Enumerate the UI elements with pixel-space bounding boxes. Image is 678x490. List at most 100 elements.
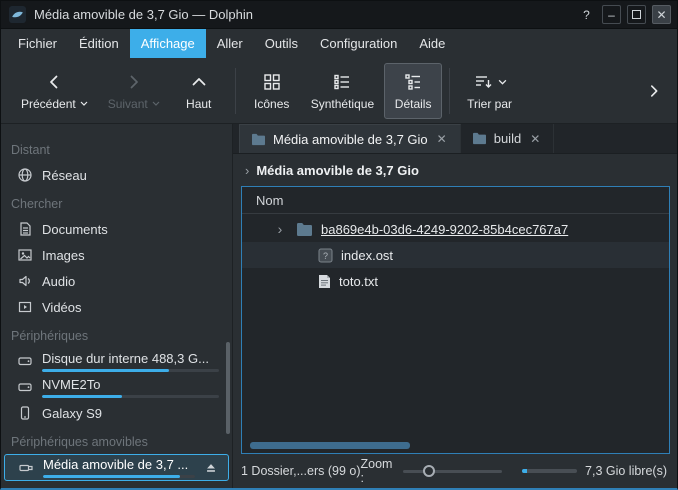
free-space-text: 7,3 Gio libre(s) <box>585 464 667 478</box>
up-button[interactable]: Haut <box>170 63 228 119</box>
tabbar: Média amovible de 3,7 Gio ✕ build ✕ <box>233 124 677 154</box>
breadcrumb[interactable]: › Média amovible de 3,7 Gio <box>233 154 677 186</box>
close-icon[interactable]: ✕ <box>528 132 542 146</box>
sort-by-button[interactable]: Trier par <box>457 63 522 119</box>
section-peripheriques: Périphériques <box>1 320 232 348</box>
forward-button[interactable]: Suivant <box>98 63 170 119</box>
toolbar-separator <box>235 68 236 114</box>
statusbar: 1 Dossier,...ers (99 o) Zoom : 7,3 Gio l… <box>233 454 677 488</box>
sidebar-item-documents[interactable]: Documents <box>4 216 229 242</box>
horizontal-scrollbar[interactable] <box>250 442 410 449</box>
text-file-icon <box>318 274 331 289</box>
tab-label: Média amovible de 3,7 Gio <box>273 132 428 147</box>
details-label: Détails <box>395 97 432 111</box>
usb-drive-icon <box>18 460 34 476</box>
column-header-nom[interactable]: Nom <box>242 187 669 214</box>
zoom-slider[interactable] <box>403 463 501 479</box>
toolbar-separator <box>449 68 450 114</box>
toolbar-overflow-button[interactable] <box>641 68 667 114</box>
disk-usage-bar <box>42 369 219 372</box>
zoom-label: Zoom : <box>361 457 396 485</box>
disk-usage-bar <box>42 395 219 398</box>
window-title: Média amovible de 3,7 Gio — Dolphin <box>34 7 253 22</box>
file-row-toto-txt[interactable]: toto.txt <box>242 268 669 294</box>
sidebar-item-disque-dur[interactable]: Disque dur interne 488,3 G... <box>4 348 229 374</box>
up-label: Haut <box>186 97 211 111</box>
titlebar: Média amovible de 3,7 Gio — Dolphin ? – … <box>1 1 677 29</box>
zoom-thumb[interactable] <box>423 465 435 477</box>
folder-icon <box>296 222 313 237</box>
minimize-icon[interactable]: – <box>602 5 621 24</box>
folder-icon <box>472 132 487 145</box>
section-chercher: Chercher <box>1 188 232 216</box>
film-icon <box>17 299 33 315</box>
image-icon <box>17 247 33 263</box>
forward-label: Suivant <box>108 97 148 111</box>
sidebar-item-media-amovible[interactable]: Média amovible de 3,7 ... <box>4 454 229 481</box>
file-name[interactable]: index.ost <box>341 248 393 263</box>
menu-configuration[interactable]: Configuration <box>309 29 408 58</box>
selection-summary: 1 Dossier,...ers (99 o) <box>241 464 361 478</box>
close-icon[interactable]: ✕ <box>435 132 449 146</box>
sidebar-scrollbar[interactable] <box>226 342 230 434</box>
folder-icon <box>251 133 266 146</box>
sidebar-item-reseau[interactable]: Réseau <box>4 162 229 188</box>
document-icon <box>17 221 33 237</box>
back-label: Précédent <box>21 97 76 111</box>
compact-label: Synthétique <box>311 97 374 111</box>
svg-text:?: ? <box>323 250 328 260</box>
dolphin-window: Média amovible de 3,7 Gio — Dolphin ? – … <box>0 0 678 490</box>
dolphin-app-icon <box>9 6 26 23</box>
free-space-bar <box>522 469 577 473</box>
network-icon <box>17 167 33 183</box>
file-name[interactable]: ba869e4b-03d6-4249-9202-85b4cec767a7 <box>321 222 568 237</box>
eject-icon[interactable] <box>204 461 218 475</box>
close-icon[interactable]: ✕ <box>652 5 671 24</box>
menu-affichage[interactable]: Affichage <box>130 29 206 58</box>
sidebar-item-images[interactable]: Images <box>4 242 229 268</box>
menubar: Fichier Édition Affichage Aller Outils C… <box>1 29 677 58</box>
unknown-file-icon: ? <box>318 248 333 263</box>
section-peripheriques-amovibles: Périphériques amovibles <box>1 426 232 454</box>
menu-edition[interactable]: Édition <box>68 29 130 58</box>
menu-fichier[interactable]: Fichier <box>7 29 68 58</box>
file-row-folder[interactable]: › ba869e4b-03d6-4249-9202-85b4cec767a7 <box>242 216 669 242</box>
list-view-icon <box>332 71 352 93</box>
details-view-button[interactable]: Détails <box>384 63 442 119</box>
menu-aller[interactable]: Aller <box>206 29 254 58</box>
back-button[interactable]: Précédent <box>11 63 98 119</box>
sidebar-item-videos[interactable]: Vidéos <box>4 294 229 320</box>
hard-drive-icon <box>17 353 33 369</box>
maximize-icon[interactable] <box>627 5 646 24</box>
breadcrumb-current[interactable]: Média amovible de 3,7 Gio <box>256 163 419 178</box>
sort-label: Trier par <box>467 97 512 111</box>
file-name[interactable]: toto.txt <box>339 274 378 289</box>
sidebar-item-nvme2to[interactable]: NVME2To <box>4 374 229 400</box>
tab-build[interactable]: build ✕ <box>461 124 555 153</box>
file-row-index-ost[interactable]: ? index.ost <box>242 242 669 268</box>
compact-view-button[interactable]: Synthétique <box>301 63 384 119</box>
chevron-right-icon: › <box>245 163 249 178</box>
sidebar-item-audio[interactable]: Audio <box>4 268 229 294</box>
icons-view-button[interactable]: Icônes <box>243 63 301 119</box>
expander-icon[interactable]: › <box>272 221 288 237</box>
disk-usage-bar <box>43 475 195 478</box>
section-distant: Distant <box>1 134 232 162</box>
chevron-right-icon <box>646 83 662 99</box>
chevron-left-icon <box>45 71 63 93</box>
menu-outils[interactable]: Outils <box>254 29 309 58</box>
chevron-up-icon <box>190 71 208 93</box>
zoom-track <box>403 470 501 473</box>
file-view: Nom › ba869e4b-03d6-4249-9202-85b4cec767… <box>241 186 670 454</box>
icons-label: Icônes <box>254 97 289 111</box>
hard-drive-icon <box>17 379 33 395</box>
sidebar-item-galaxy-s9[interactable]: Galaxy S9 <box>4 400 229 426</box>
sort-icon <box>473 72 493 92</box>
speaker-icon <box>17 273 33 289</box>
tab-media-amovible[interactable]: Média amovible de 3,7 Gio ✕ <box>239 124 461 153</box>
grid-view-icon <box>262 71 282 93</box>
caret-down-icon <box>80 101 88 106</box>
menu-aide[interactable]: Aide <box>408 29 456 58</box>
smartphone-icon <box>17 405 33 421</box>
help-icon[interactable]: ? <box>577 5 596 24</box>
